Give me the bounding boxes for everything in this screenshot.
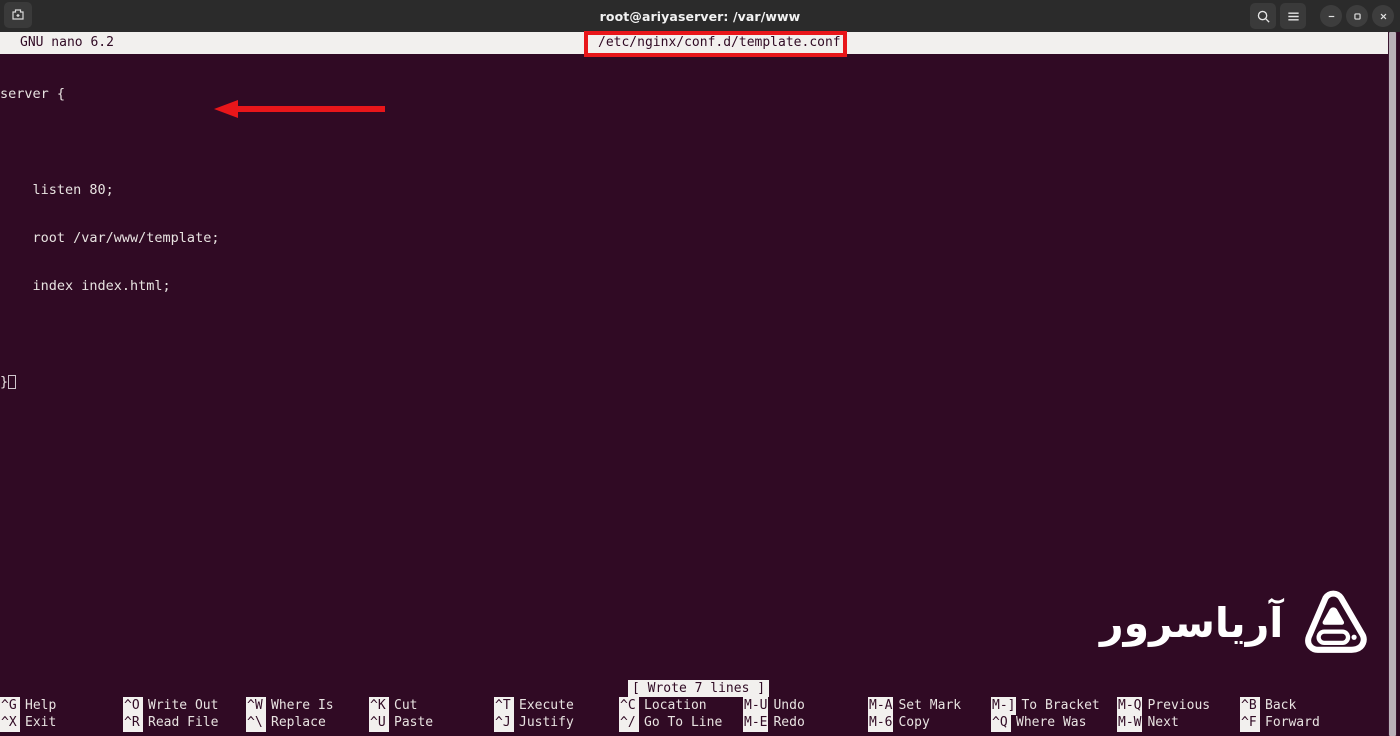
shortcut-label: Redo	[773, 715, 805, 730]
window-titlebar: root@ariyaserver: /var/www	[0, 0, 1400, 32]
status-message: [ Wrote 7 lines ]	[628, 680, 770, 697]
shortcut-where-is[interactable]: ^W Where Is	[246, 697, 334, 715]
shortcut-key: ^J	[494, 714, 514, 732]
shortcut-label: Replace	[271, 715, 326, 730]
shortcut-label: Set Mark	[898, 698, 962, 713]
shortcut-label: Write Out	[148, 698, 219, 713]
shortcut-help[interactable]: ^G Help	[0, 697, 56, 715]
shortcut-key: ^K	[369, 697, 389, 715]
shortcut-key: ^Q	[991, 714, 1011, 732]
code-line: server {	[0, 86, 66, 102]
shortcut-key: ^X	[0, 714, 20, 732]
shortcut-key: ^T	[494, 697, 514, 715]
annotation-highlight-box	[584, 31, 847, 57]
ariaserver-logo-icon	[1305, 590, 1368, 653]
shortcut-key: M-6	[868, 714, 894, 732]
shortcut-label: Help	[25, 698, 57, 713]
scrollbar-thumb[interactable]	[1389, 32, 1396, 736]
shortcut-paste[interactable]: ^U Paste	[369, 714, 433, 732]
titlebar-right-controls	[1250, 0, 1394, 32]
minimize-icon[interactable]	[1320, 5, 1342, 27]
watermark: آریاسرور	[1100, 583, 1370, 663]
shortcut-key: ^/	[619, 714, 639, 732]
shortcut-key: ^B	[1240, 697, 1260, 715]
shortcut-label: Exit	[25, 715, 57, 730]
shortcut-label: Where Is	[271, 698, 334, 713]
shortcut-write-out[interactable]: ^O Write Out	[123, 697, 218, 715]
shortcut-previous[interactable]: M-Q Previous	[1117, 697, 1210, 715]
shortcut-where-was[interactable]: ^Q Where Was	[991, 714, 1086, 732]
shortcut-label: Read File	[148, 715, 219, 730]
shortcut-key: M-]	[991, 697, 1017, 715]
shortcut-read-file[interactable]: ^R Read File	[123, 714, 218, 732]
shortcut-key: M-A	[868, 697, 894, 715]
search-icon[interactable]	[1250, 3, 1276, 29]
shortcut-key: ^R	[123, 714, 143, 732]
shortcut-label: Copy	[898, 715, 930, 730]
code-line: root /var/www/template;	[0, 230, 220, 246]
shortcut-location[interactable]: ^C Location	[619, 697, 707, 715]
shortcut-copy[interactable]: M-6 Copy	[868, 714, 930, 732]
shortcut-key: ^C	[619, 697, 639, 715]
shortcut-label: Forward	[1265, 715, 1320, 730]
shortcut-key: M-W	[1117, 714, 1143, 732]
shortcut-label: Location	[644, 698, 707, 713]
shortcut-row-1: ^G Help ^O Write Out ^W Where Is ^K Cut ^T Ex…	[0, 697, 1400, 715]
shortcut-label: Execute	[519, 698, 574, 713]
shortcut-label: To Bracket	[1021, 698, 1100, 713]
shortcut-execute[interactable]: ^T Execute	[494, 697, 574, 715]
shortcut-replace[interactable]: ^\ Replace	[246, 714, 326, 732]
shortcut-key: ^W	[246, 697, 266, 715]
shortcut-forward[interactable]: ^F Forward	[1240, 714, 1320, 732]
shortcut-key: ^U	[369, 714, 389, 732]
shortcut-to-bracket[interactable]: M-] To Bracket	[991, 697, 1100, 715]
shortcut-next[interactable]: M-W Next	[1117, 714, 1179, 732]
terminal-window: root@ariyaserver: /var/www GNU nano 6.2 …	[0, 0, 1400, 736]
watermark-text: آریاسرور	[1100, 598, 1284, 647]
code-line-with-cursor: }	[0, 374, 1389, 390]
shortcut-label: Next	[1147, 715, 1179, 730]
shortcut-row-2: ^X Exit ^R Read File ^\ Replace ^U Paste ^J J…	[0, 714, 1400, 732]
hamburger-menu-icon[interactable]	[1280, 3, 1306, 29]
shortcut-key: M-U	[743, 697, 769, 715]
shortcut-label: Back	[1265, 698, 1297, 713]
editor-text-area[interactable]: server { listen 80; root /var/www/templa…	[0, 54, 1389, 674]
nano-version-label: GNU nano 6.2	[20, 35, 114, 50]
shortcut-exit[interactable]: ^X Exit	[0, 714, 56, 732]
shortcut-label: Paste	[394, 715, 434, 730]
shortcut-key: ^O	[123, 697, 143, 715]
close-icon[interactable]	[1372, 5, 1394, 27]
annotation-arrow-icon	[214, 100, 385, 118]
shortcut-redo[interactable]: M-E Redo	[743, 714, 805, 732]
text-cursor	[8, 375, 17, 389]
shortcut-label: Cut	[394, 698, 418, 713]
shortcut-cut[interactable]: ^K Cut	[369, 697, 417, 715]
code-line-text: }	[0, 374, 9, 390]
shortcut-label: Undo	[773, 698, 805, 713]
shortcut-go-to-line[interactable]: ^/ Go To Line	[619, 714, 722, 732]
maximize-icon[interactable]	[1346, 5, 1368, 27]
vertical-scrollbar[interactable]	[1388, 32, 1397, 736]
shortcut-back[interactable]: ^B Back	[1240, 697, 1296, 715]
shortcut-undo[interactable]: M-U Undo	[743, 697, 805, 715]
shortcut-label: Previous	[1147, 698, 1211, 713]
shortcut-label: Justify	[519, 715, 574, 730]
code-line: index index.html;	[0, 278, 171, 294]
nano-shortcut-bar: ^G Help ^O Write Out ^W Where Is ^K Cut ^T Ex…	[0, 697, 1400, 736]
code-line: listen 80;	[0, 182, 114, 198]
shortcut-set-mark[interactable]: M-A Set Mark	[868, 697, 961, 715]
shortcut-justify[interactable]: ^J Justify	[494, 714, 574, 732]
window-title: root@ariyaserver: /var/www	[599, 8, 801, 24]
shortcut-key: M-E	[743, 714, 769, 732]
shortcut-key: ^F	[1240, 714, 1260, 732]
shortcut-key: M-Q	[1117, 697, 1143, 715]
shortcut-key: ^G	[0, 697, 20, 715]
shortcut-label: Go To Line	[644, 715, 723, 730]
shortcut-key: ^\	[246, 714, 266, 732]
shortcut-label: Where Was	[1016, 715, 1087, 730]
